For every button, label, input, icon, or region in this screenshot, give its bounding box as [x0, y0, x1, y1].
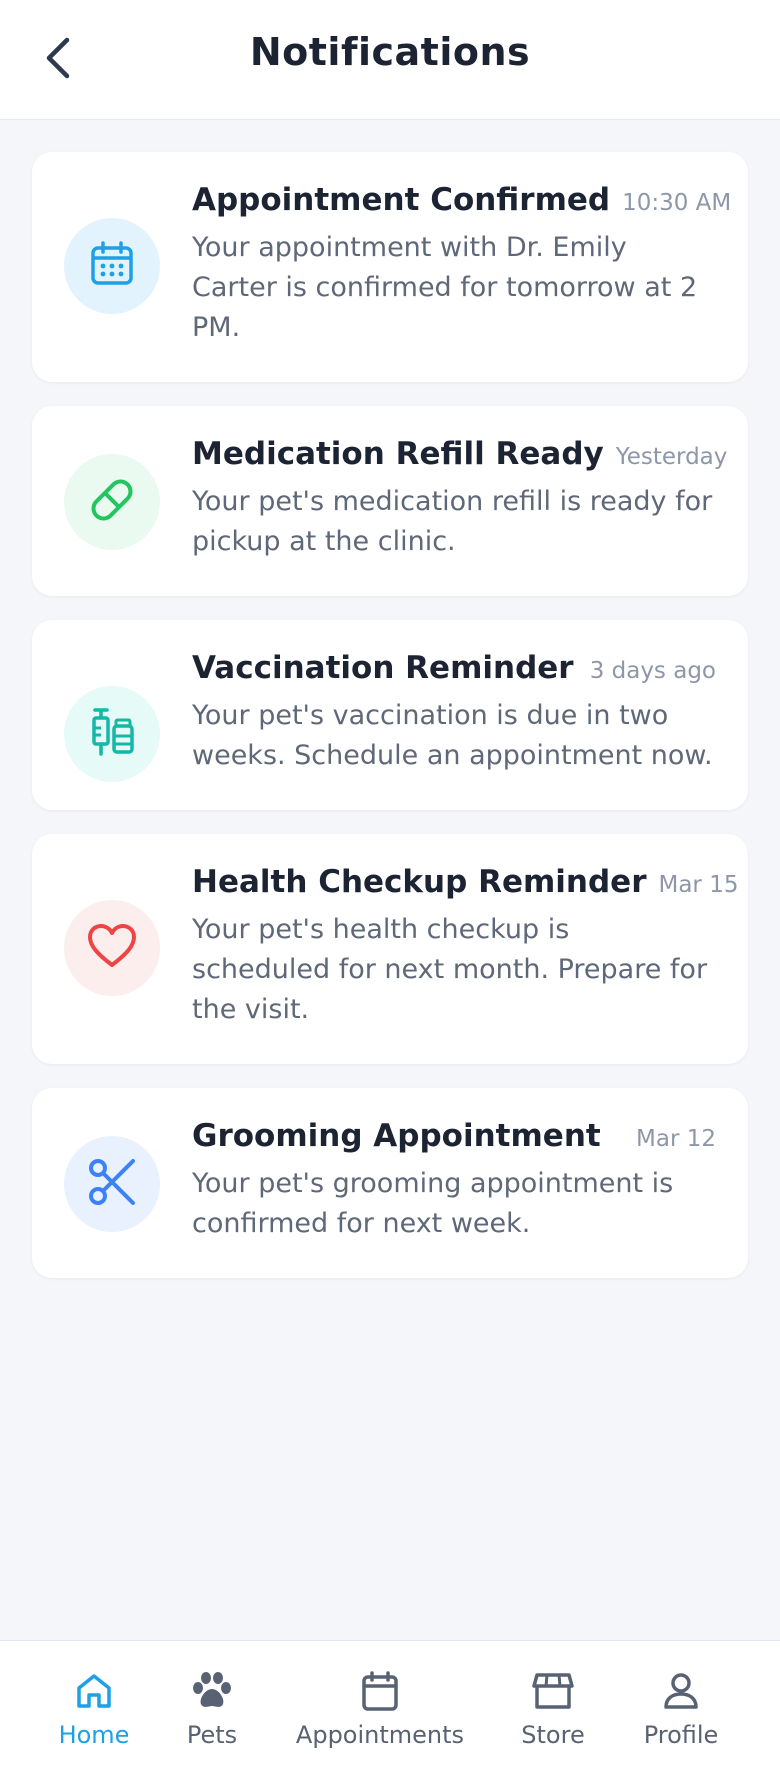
notification-title: Vaccination Reminder	[192, 650, 574, 686]
nav-item-appointments[interactable]: Appointments	[290, 1641, 470, 1768]
notification-card[interactable]: Appointment Confirmed 10:30 AM Your appo…	[32, 152, 748, 382]
notification-card[interactable]: Health Checkup Reminder Mar 15 Your pet'…	[32, 834, 748, 1064]
store-icon	[531, 1669, 575, 1713]
notification-list: Appointment Confirmed 10:30 AM Your appo…	[32, 152, 748, 1302]
calendar-icon	[360, 1669, 400, 1713]
scissors-icon	[87, 1157, 137, 1211]
page-title: Notifications	[249, 30, 531, 74]
home-icon	[74, 1669, 114, 1713]
nav-label: Pets	[186, 1721, 238, 1749]
top-bar: Notifications	[0, 0, 780, 120]
nav-item-home[interactable]: Home	[50, 1641, 138, 1768]
notification-card[interactable]: Medication Refill Ready Yesterday Your p…	[32, 406, 748, 596]
notification-title: Health Checkup Reminder	[192, 864, 647, 900]
notification-message: Your pet's vaccination is due in two wee…	[192, 700, 713, 771]
notification-time: Mar 12	[636, 1126, 716, 1152]
notification-title: Grooming Appointment	[192, 1118, 601, 1154]
notification-title: Medication Refill Ready	[192, 436, 604, 472]
heart-icon	[86, 922, 138, 974]
notification-icon-badge	[64, 900, 160, 996]
nav-label: Appointments	[295, 1721, 465, 1749]
notification-time: Mar 15	[658, 872, 739, 898]
notification-time: 10:30 AM	[622, 190, 732, 216]
pill-icon	[87, 475, 137, 529]
notification-title: Appointment Confirmed	[192, 182, 611, 218]
notification-card[interactable]: Vaccination Reminder 3 days ago Your pet…	[32, 620, 748, 810]
notification-icon-badge	[64, 218, 160, 314]
notification-time: Yesterday	[615, 444, 728, 470]
paw-icon	[190, 1669, 234, 1713]
calendar-icon	[88, 240, 136, 292]
bottom-nav: Home Pets Appointments Store Profile	[0, 1640, 780, 1768]
nav-label: Profile	[643, 1721, 719, 1749]
notification-card[interactable]: Grooming Appointment Mar 12 Your pet's g…	[32, 1088, 748, 1278]
notification-time: 3 days ago	[589, 658, 716, 684]
nav-item-store[interactable]: Store	[508, 1641, 598, 1768]
notification-icon-badge	[64, 1136, 160, 1232]
app-root: Notifications Appointment Confirmed 10:3…	[0, 0, 780, 1768]
notification-message: Your appointment with Dr. Emily Carter i…	[192, 232, 698, 343]
notification-icon-badge	[64, 454, 160, 550]
notification-message: Your pet's medication refill is ready fo…	[192, 486, 713, 557]
syringe-icon	[87, 706, 137, 762]
nav-label: Home	[58, 1721, 130, 1749]
notification-message: Your pet's grooming appointment is confi…	[192, 1168, 674, 1239]
nav-item-pets[interactable]: Pets	[172, 1641, 252, 1768]
user-icon	[661, 1669, 701, 1713]
notification-message: Your pet's health checkup is scheduled f…	[192, 914, 708, 1025]
nav-item-profile[interactable]: Profile	[636, 1641, 726, 1768]
nav-label: Store	[521, 1721, 585, 1749]
notification-icon-badge	[64, 686, 160, 782]
